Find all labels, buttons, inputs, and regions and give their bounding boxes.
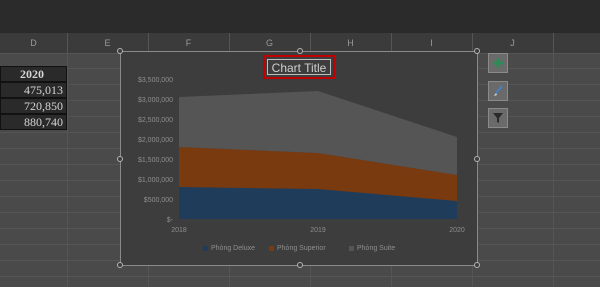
column-header-next[interactable] xyxy=(553,33,600,53)
legend-item-superior: Phòng Superior xyxy=(269,245,326,252)
x-tick-label: 2020 xyxy=(449,227,465,234)
chart-title-box[interactable]: Chart Title xyxy=(263,55,335,79)
resize-handle-bottom-right[interactable] xyxy=(474,262,480,268)
cell-d-value-3[interactable]: 880,740 xyxy=(0,114,67,130)
chart-styles-button[interactable] xyxy=(488,81,508,101)
resize-handle-top-right[interactable] xyxy=(474,48,480,54)
brush-icon xyxy=(494,85,503,96)
legend-label-deluxe: Phòng Deluxe xyxy=(211,245,255,252)
resize-handle-bottom[interactable] xyxy=(297,262,303,268)
resize-handle-top-left[interactable] xyxy=(117,48,123,54)
y-tick-label: $1,500,000 xyxy=(138,157,173,164)
resize-handle-left[interactable] xyxy=(117,156,123,162)
y-tick-label: $2,000,000 xyxy=(138,137,173,144)
chart-filters-button[interactable] xyxy=(488,108,508,128)
toolbar-area xyxy=(0,0,600,34)
x-tick-label: 2018 xyxy=(171,227,187,234)
filter-icon xyxy=(493,113,503,123)
legend-label-superior: Phòng Superior xyxy=(277,245,326,252)
legend-swatch-suite xyxy=(349,245,354,251)
legend-swatch-superior xyxy=(269,245,274,251)
y-tick-label: $3,000,000 xyxy=(138,97,173,104)
x-tick-label: 2019 xyxy=(310,227,326,234)
y-tick-label: $500,000 xyxy=(144,197,173,204)
column-header-j[interactable]: J xyxy=(472,33,554,53)
column-header-d[interactable]: D xyxy=(0,33,68,53)
resize-handle-right[interactable] xyxy=(474,156,480,162)
chart-area[interactable]: $- $500,000 $1,000,000 $1,500,000 $2,000,000… xyxy=(117,48,480,268)
column-header-i[interactable]: I xyxy=(391,33,473,53)
legend-swatch-deluxe xyxy=(203,245,208,251)
resize-handle-bottom-left[interactable] xyxy=(117,262,123,268)
y-tick-label: $1,000,000 xyxy=(138,177,173,184)
y-tick-label: $- xyxy=(167,217,174,224)
chart-title[interactable]: Chart Title xyxy=(265,61,333,75)
column-header-e[interactable]: E xyxy=(67,33,149,53)
cell-d-value-1[interactable]: 475,013 xyxy=(0,82,67,98)
y-tick-label: $2,500,000 xyxy=(138,117,173,124)
y-tick-label: $3,500,000 xyxy=(138,77,173,84)
column-header-h[interactable]: H xyxy=(310,33,392,53)
cell-d-header[interactable]: 2020 xyxy=(0,66,67,82)
legend-label-suite: Phòng Suite xyxy=(357,245,396,252)
chart-plot: $- $500,000 $1,000,000 $1,500,000 $2,000,000… xyxy=(138,77,465,234)
column-header-f[interactable]: F xyxy=(148,33,230,53)
resize-handle-top[interactable] xyxy=(297,48,303,54)
plus-icon xyxy=(493,58,503,68)
legend-item-suite: Phòng Suite xyxy=(349,245,395,252)
legend-item-deluxe: Phòng Deluxe xyxy=(203,245,255,252)
chart-elements-button[interactable] xyxy=(488,53,508,73)
cell-d-value-2[interactable]: 720,850 xyxy=(0,98,67,114)
